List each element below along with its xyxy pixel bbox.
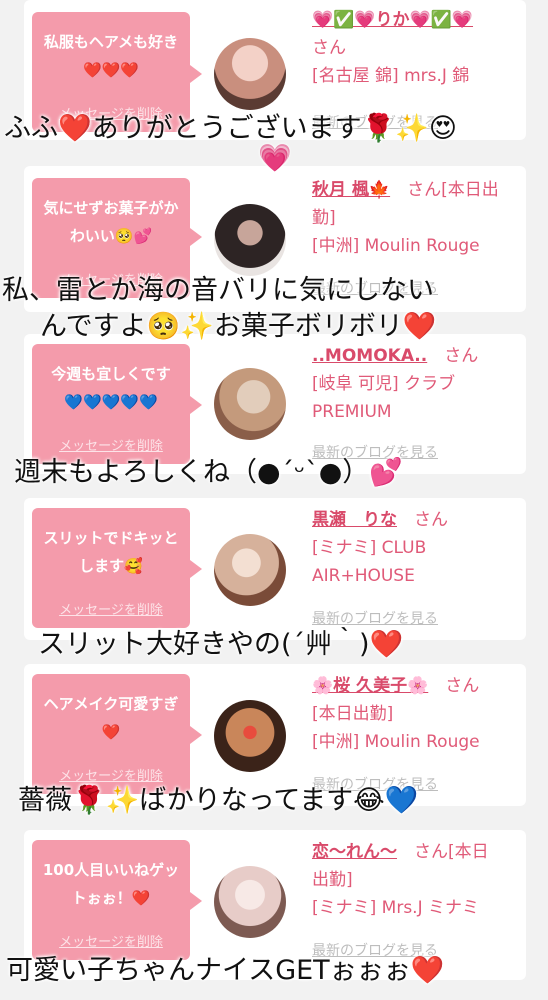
- profile-info: 💗✅💗りか💗✅💗 さん [名古屋 錦] mrs.J 錦: [312, 6, 518, 90]
- profile-info: 黒瀬 りな さん [ミナミ] CLUB AIR+HOUSE: [312, 506, 518, 590]
- message-bubble: スリットでドキッとします🥰 メッセージを削除: [32, 508, 190, 628]
- honorific: さん[本日出: [407, 180, 499, 200]
- work-status: 出勤]: [312, 870, 353, 890]
- message-card: スリットでドキッとします🥰 メッセージを削除 黒瀬 りな さん [ミナミ] CL…: [24, 498, 526, 640]
- shop-location: [ミナミ] Mrs.J ミナミ: [312, 898, 480, 918]
- avatar[interactable]: [214, 700, 286, 772]
- avatar[interactable]: [214, 866, 286, 938]
- bubble-tail: [190, 560, 202, 578]
- overlay-caption: 週末もよろしくね（●ˊᵕˋ●）💕: [14, 457, 403, 488]
- profile-info: 秋月 楓🍁 さん[本日出 勤] [中洲] Moulin Rouge: [312, 176, 518, 260]
- avatar[interactable]: [214, 368, 286, 440]
- message-bubble: 100人目いいねゲットぉぉ！❤️ メッセージを削除: [32, 840, 190, 960]
- overlay-caption: 薔薇🌹✨ばかりなってます😂💙: [18, 785, 419, 816]
- bubble-tail: [190, 228, 202, 246]
- shop-location: [ミナミ] CLUB: [312, 538, 427, 558]
- message-text: スリットでドキッとします🥰: [43, 529, 179, 575]
- message-bubble: 今週も宜しくです💙💙💙💙💙 メッセージを削除: [32, 344, 190, 464]
- bubble-tail: [190, 65, 202, 83]
- bubble-tail: [190, 396, 202, 414]
- avatar[interactable]: [214, 204, 286, 276]
- overlay-caption: ふふ❤️ありがとうございます🌹✨😍: [4, 113, 458, 144]
- work-status: 勤]: [312, 208, 336, 228]
- message-bubble: ヘアメイク可愛すぎ❤️ メッセージを削除: [32, 674, 190, 794]
- profile-name-link[interactable]: ..MOMOKA..: [312, 346, 427, 366]
- overlay-caption: スリット大好きやの(´艸｀)❤️: [38, 629, 404, 660]
- honorific: さん: [312, 38, 346, 58]
- honorific: さん: [414, 510, 448, 530]
- profile-name-link[interactable]: 🌸桜 久美子🌸: [312, 676, 428, 696]
- bubble-tail: [190, 726, 202, 744]
- profile-info: 🌸桜 久美子🌸 さん [本日出勤] [中洲] Moulin Rouge: [312, 672, 518, 756]
- profile-name-link[interactable]: 恋〜れん〜: [312, 842, 397, 862]
- avatar[interactable]: [214, 534, 286, 606]
- shop-location: [中洲] Moulin Rouge: [312, 732, 480, 752]
- message-text: 今週も宜しくです💙💙💙💙💙: [51, 365, 171, 411]
- shop-name: AIR+HOUSE: [312, 566, 415, 586]
- message-text: 私服もヘアメも好き❤️❤️❤️: [43, 33, 179, 79]
- shop-location: [岐阜 可児] クラブ: [312, 374, 456, 394]
- overlay-caption-line2: んですよ🥺✨お菓子ボリボリ❤️: [40, 311, 437, 342]
- message-text: ヘアメイク可愛すぎ❤️: [43, 695, 179, 741]
- profile-info: ..MOMOKA.. さん [岐阜 可児] クラブ PREMIUM: [312, 342, 518, 426]
- message-text: 気にせずお菓子がかわいい🥺💕: [43, 199, 179, 245]
- message-text: 100人目いいねゲットぉぉ！❤️: [42, 861, 180, 907]
- bubble-tail: [190, 892, 202, 910]
- overlay-caption: 私、雷とか海の音バリに気にしない: [2, 275, 434, 306]
- honorific: さん: [445, 676, 480, 696]
- shop-location: [中洲] Moulin Rouge: [312, 236, 480, 256]
- avatar[interactable]: [214, 38, 286, 110]
- shop-name: PREMIUM: [312, 402, 392, 422]
- honorific: さん: [444, 346, 479, 366]
- overlay-caption-line2: 💗: [258, 143, 292, 174]
- profile-name-link[interactable]: 💗✅💗りか💗✅💗: [312, 10, 473, 30]
- work-status: [本日出勤]: [312, 704, 394, 724]
- shop-location: [名古屋 錦] mrs.J 錦: [312, 66, 470, 86]
- profile-info: 恋〜れん〜 さん[本日 出勤] [ミナミ] Mrs.J ミナミ: [312, 838, 518, 922]
- delete-message-link[interactable]: メッセージを削除: [32, 599, 190, 618]
- overlay-caption: 可愛い子ちゃんナイスGETぉぉぉ❤️: [6, 955, 445, 986]
- profile-name-link[interactable]: 秋月 楓🍁: [312, 180, 390, 200]
- profile-name-link[interactable]: 黒瀬 りな: [312, 510, 397, 530]
- honorific: さん[本日: [414, 842, 489, 862]
